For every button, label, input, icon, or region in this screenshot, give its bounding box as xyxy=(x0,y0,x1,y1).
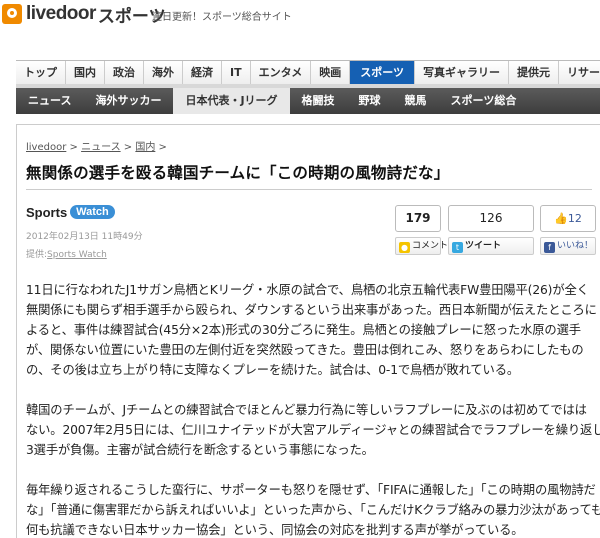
comment-count: 179 xyxy=(395,205,441,232)
nav-item-movies[interactable]: 映画 xyxy=(311,61,351,84)
subnav-item-martial-arts[interactable]: 格闘技 xyxy=(290,88,347,114)
tweet-button-label: ツイート xyxy=(465,241,502,251)
article-paragraph: 韓国のチームが、Jチームとの練習試合でほとんど暴力行為に等しいラフプレーに及ぶの… xyxy=(26,400,600,460)
nav-item-politics[interactable]: 政治 xyxy=(105,61,144,84)
tweet-count: 126 xyxy=(448,205,534,232)
source-logo-sports: Sports xyxy=(26,204,68,220)
breadcrumb-livedoor[interactable]: livedoor xyxy=(26,142,66,153)
title-divider xyxy=(26,189,592,190)
paragraph-line: の、その後は立ち上がり特に支障なくプレーを続けた。試合は、0-1で鳥栖が敗れてい… xyxy=(26,363,519,377)
nav-item-entertainment[interactable]: エンタメ xyxy=(251,61,312,84)
nav-item-photo-gallery[interactable]: 写真ギャラリー xyxy=(415,61,510,84)
article-date: 2012年02月13日 11時49分 xyxy=(26,232,143,242)
site-tagline: 連日更新！スポーツ総合サイト xyxy=(152,12,292,23)
article-container: livedoor > ニュース > 国内 > 無関係の選手を殴る韓国チームに「こ… xyxy=(16,124,600,538)
source-logo-watch: Watch xyxy=(70,205,115,219)
like-button[interactable]: f いいね！ xyxy=(540,237,596,255)
nav-item-research[interactable]: リサーチ xyxy=(559,61,600,84)
nav-item-domestic[interactable]: 国内 xyxy=(66,61,105,84)
logo-text: livedoor xyxy=(26,3,96,24)
subnav-item-sports-general[interactable]: スポーツ総合 xyxy=(439,88,529,114)
subnav-item-horse-racing[interactable]: 競馬 xyxy=(393,88,439,114)
comment-button[interactable]: ● コメント xyxy=(395,237,448,255)
subnav-item-news[interactable]: ニュース xyxy=(16,88,83,114)
provider-label: 提供: xyxy=(26,250,48,260)
comment-icon: ● xyxy=(399,242,410,253)
like-count: 👍12 xyxy=(540,205,596,232)
paragraph-line: 11日に行なわれたJ1サガン鳥栖とKリーグ・水原の試合で、鳥栖の北京五輪代表FW… xyxy=(26,283,589,297)
sports-subnav: ニュース 海外サッカー 日本代表・Jリーグ 格闘技 野球 競馬 スポーツ総合 xyxy=(16,88,600,114)
article-body: 11日に行なわれたJ1サガン鳥栖とKリーグ・水原の試合で、鳥栖の北京五輪代表FW… xyxy=(26,280,600,538)
subnav-item-japan-jleague[interactable]: 日本代表・Jリーグ xyxy=(173,88,290,114)
subnav-item-baseball[interactable]: 野球 xyxy=(347,88,393,114)
paragraph-line: 韓国のチームが、Jチームとの練習試合でほとんど暴力行為に等しいラフプレーに及ぶの… xyxy=(26,403,587,417)
article-provider: 提供:Sports Watch xyxy=(26,247,107,260)
article-paragraph: 11日に行なわれたJ1サガン鳥栖とKリーグ・水原の試合で、鳥栖の北京五輪代表FW… xyxy=(26,280,600,380)
facebook-icon: f xyxy=(544,242,555,253)
paragraph-line: 無関係にも関らず相手選手から殴られ、ダウンするという出来事があった。西日本新聞が… xyxy=(26,303,597,317)
paragraph-line: 何も抗議できない日本サッカー協会」という、同協会の対応を批判する声が挙がっている… xyxy=(26,523,524,537)
thumbs-up-icon: 👍 xyxy=(554,212,568,225)
paragraph-line: 3選手が負傷。主審が試合続行を断念するという事態になった。 xyxy=(26,443,374,457)
paragraph-line: が、関係ない位置にいた豊田の左側付近を突然殴ってきた。豊田は倒れこみ、怒りをあら… xyxy=(26,343,584,357)
breadcrumb-separator: > xyxy=(123,142,133,153)
breadcrumb-news[interactable]: ニュース xyxy=(81,142,121,153)
like-count-value: 12 xyxy=(567,212,582,225)
paragraph-line: な」「普通に傷害罪だから訴えればいいよ」といった声から、「こんだけKクラブ絡みの… xyxy=(26,503,600,517)
nav-item-sports[interactable]: スポーツ xyxy=(350,61,416,84)
article-paragraph: 毎年繰り返されるこうした蛮行に、サポーターも怒りを隠せず、「FIFAに通報した」… xyxy=(26,480,600,538)
paragraph-line: よると、事件は練習試合(45分×2本)形式の30分ごろに発生。鳥栖との接触プレー… xyxy=(26,323,581,337)
nav-item-economy[interactable]: 経済 xyxy=(183,61,222,84)
twitter-bird-icon: t xyxy=(452,242,463,253)
source-logo[interactable]: Sports Watch xyxy=(26,204,115,220)
subnav-item-overseas-soccer[interactable]: 海外サッカー xyxy=(83,88,173,114)
like-button-label: いいね！ xyxy=(557,241,594,251)
breadcrumb: livedoor > ニュース > 国内 > xyxy=(26,138,167,153)
provider-link[interactable]: Sports Watch xyxy=(47,250,107,260)
breadcrumb-separator: > xyxy=(158,142,167,153)
paragraph-line: ない。2007年2月5日には、仁川ユナイテッドが大宮アルディージャとの練習試合で… xyxy=(26,423,600,437)
breadcrumb-separator: > xyxy=(69,142,78,153)
nav-item-providers[interactable]: 提供元 xyxy=(509,61,560,84)
tweet-button[interactable]: t ツイート xyxy=(448,237,534,255)
comment-button-label: コメント xyxy=(412,241,449,251)
livedoor-logo-icon xyxy=(2,4,22,24)
nav-item-it[interactable]: IT xyxy=(222,61,251,84)
site-logo[interactable]: livedoor スポーツ xyxy=(2,2,166,27)
site-header: livedoor スポーツ 連日更新！スポーツ総合サイト xyxy=(0,0,600,30)
main-nav: トップ 国内 政治 海外 経済 IT エンタメ 映画 スポーツ 写真ギャラリー … xyxy=(16,60,600,88)
nav-item-top[interactable]: トップ xyxy=(16,61,66,84)
breadcrumb-domestic[interactable]: 国内 xyxy=(135,142,155,153)
nav-item-overseas[interactable]: 海外 xyxy=(144,61,183,84)
article-title: 無関係の選手を殴る韓国チームに「この時期の風物詩だな」 xyxy=(26,164,450,182)
paragraph-line: 毎年繰り返されるこうした蛮行に、サポーターも怒りを隠せず、「FIFAに通報した」… xyxy=(26,483,596,497)
